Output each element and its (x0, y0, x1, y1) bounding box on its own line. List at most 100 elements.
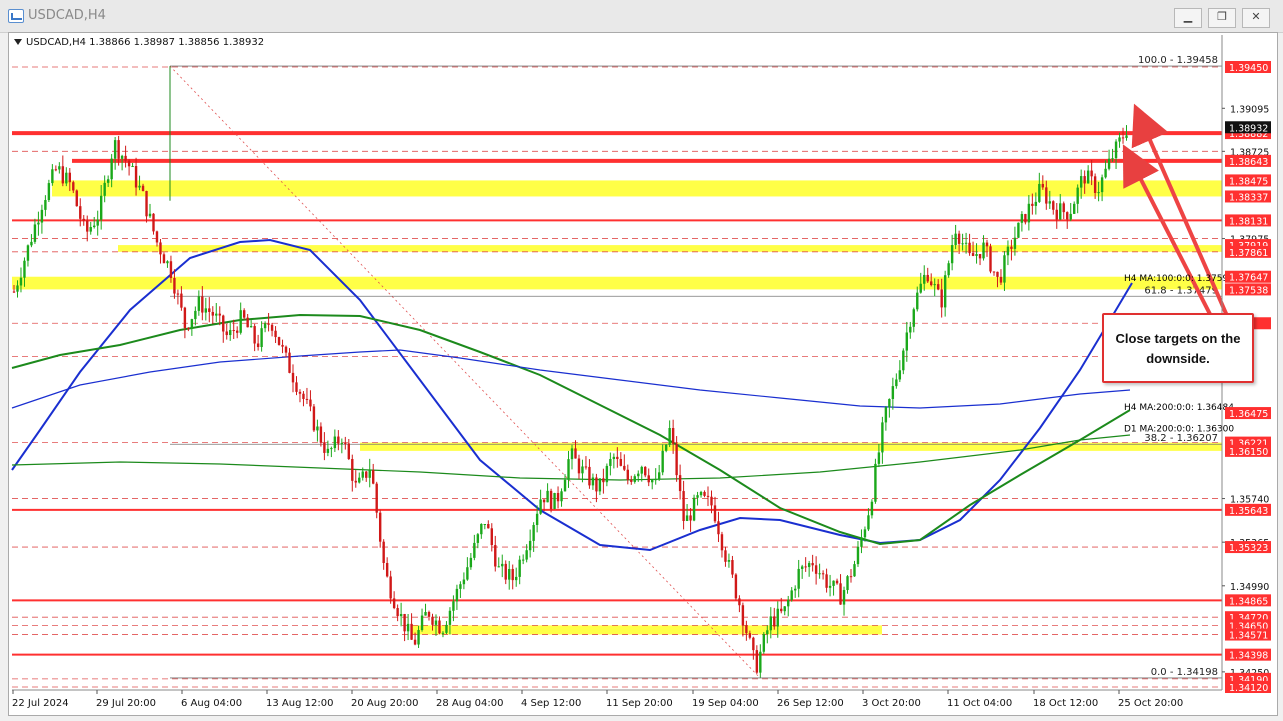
price-level-label: 1.38131 (1229, 216, 1268, 227)
price-level-label: 1.38643 (1229, 157, 1268, 168)
candle-body (532, 524, 535, 541)
candle-body (1083, 176, 1086, 184)
candle-body (187, 327, 190, 329)
candle-body (644, 466, 647, 476)
candle-body (720, 534, 724, 551)
candle-body (560, 491, 563, 502)
candle-body (807, 563, 811, 568)
candle-body (1093, 176, 1097, 193)
candle-body (79, 206, 82, 219)
candle-body (664, 444, 668, 451)
candle-body (860, 537, 863, 547)
candle-body (926, 274, 929, 282)
candle-body (434, 620, 438, 625)
candle-body (40, 209, 44, 223)
candle-body (738, 598, 741, 606)
fib-level-label: 0.0 - 1.34198 (1151, 667, 1218, 678)
candle-body (870, 501, 874, 516)
candle-body (462, 579, 466, 585)
support-resistance-zone (412, 625, 882, 635)
candle-body (630, 479, 633, 482)
candle-body (1090, 170, 1093, 177)
candle-body (204, 308, 208, 313)
candle-body (1024, 214, 1027, 223)
candle-body (790, 590, 793, 600)
candle-body (399, 613, 403, 617)
candle-body (309, 399, 312, 407)
candle-body (971, 253, 975, 256)
candle-body (821, 573, 825, 575)
candle-body (211, 311, 214, 316)
candle-body (127, 160, 131, 167)
candle-body (375, 483, 378, 513)
candle-body (452, 601, 455, 611)
candle-body (1073, 203, 1076, 214)
candle-body (1076, 187, 1079, 204)
candle-body (47, 183, 51, 201)
candle-body (794, 588, 797, 591)
candle-body (508, 568, 511, 580)
candle-body (1066, 212, 1069, 220)
candle-body (68, 172, 71, 183)
candle-body (651, 479, 654, 483)
candle-body (783, 606, 786, 612)
candle-body (675, 443, 678, 476)
chart-window: USDCAD,H4 ▁ ❐ ✕ 100.0 - 1.39458 61.8 - 1.… (0, 0, 1283, 721)
candle-body (856, 546, 860, 565)
chart-menu-triangle-icon[interactable] (14, 39, 22, 45)
candle-body (919, 283, 922, 293)
candle-body (274, 330, 277, 338)
candle-body (225, 331, 228, 336)
candle-body (1041, 183, 1045, 188)
candle-body (546, 490, 549, 503)
candle-body (731, 560, 734, 575)
candle-body (511, 568, 514, 581)
candle-body (236, 330, 239, 333)
candle-body (351, 459, 354, 481)
candle-body (337, 436, 340, 444)
candle-body (759, 651, 762, 673)
candle-body (724, 550, 727, 562)
price-level-label: 1.39450 (1229, 63, 1268, 74)
candle-body (333, 436, 337, 449)
candle-body (528, 540, 532, 551)
candle-body (989, 246, 992, 272)
candle-body (1114, 141, 1118, 159)
candle-body (1017, 222, 1020, 238)
candle-body (616, 456, 619, 460)
candle-body (120, 155, 124, 159)
candle-body (431, 616, 434, 625)
ma-label: H4 MA:100:0:0: 1.37591 (1124, 274, 1234, 284)
candle-body (441, 632, 445, 634)
candle-body (330, 448, 333, 450)
candle-body (30, 241, 33, 246)
candle-body (424, 611, 427, 616)
candle-body (800, 566, 804, 569)
candle-body (640, 466, 643, 474)
candle-body (602, 478, 605, 483)
candle-body (319, 426, 323, 443)
candle-body (521, 559, 525, 561)
candle-body (877, 452, 881, 464)
price-tick-label: 1.34990 (1230, 582, 1269, 593)
candle-body (256, 343, 260, 348)
candle-body (905, 332, 908, 351)
fib-level-label: 61.8 - 1.37479 (1144, 285, 1218, 296)
price-level-label: 1.38475 (1229, 176, 1268, 187)
candle-body (1086, 170, 1090, 184)
candle-body (323, 442, 326, 453)
candle-body (947, 263, 950, 276)
candle-body (51, 169, 54, 184)
candle-body (912, 309, 915, 327)
candle-body (1097, 192, 1100, 194)
candle-body (23, 260, 26, 278)
candle-body (497, 566, 500, 568)
candle-body (1107, 158, 1111, 169)
candle-body (302, 393, 305, 399)
time-tick-label: 11 Oct 04:00 (947, 698, 1012, 709)
price-chart[interactable]: 100.0 - 1.39458 61.8 - 1.37479 38.2 - 1.36… (0, 0, 1283, 721)
candle-body (699, 491, 703, 496)
candle-body (598, 478, 602, 492)
candle-body (842, 590, 846, 605)
time-tick-label: 19 Sep 04:00 (692, 698, 759, 709)
